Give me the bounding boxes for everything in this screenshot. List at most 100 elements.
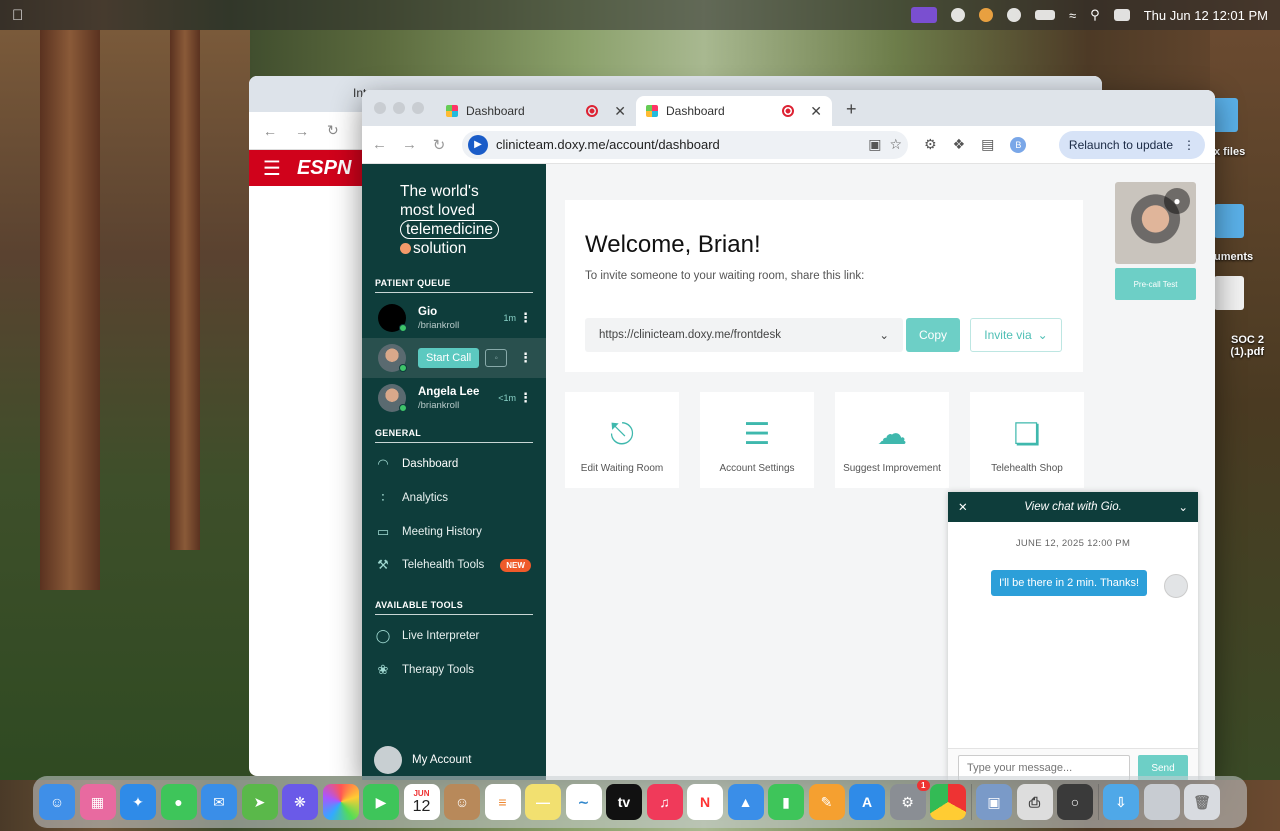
close-icon[interactable]: ✕: [958, 500, 968, 514]
pre-call-test-button[interactable]: Pre-call Test: [1115, 268, 1196, 300]
more-vert-icon[interactable]: ⋮: [519, 390, 532, 406]
tile-suggest-improvement[interactable]: ☁ Suggest Improvement: [835, 392, 949, 488]
sidebar-item-meeting-history[interactable]: ▭ Meeting History: [374, 524, 482, 540]
maps-icon[interactable]: ➤: [241, 784, 278, 820]
url-text[interactable]: clinicteam.doxy.me/account/dashboard: [496, 137, 720, 152]
downloads-folder-icon[interactable]: ⇩: [1103, 784, 1139, 820]
dropbox-icon[interactable]: [1007, 8, 1022, 22]
back-icon[interactable]: ←: [372, 136, 387, 153]
forward-icon[interactable]: →: [295, 123, 309, 139]
documents-stack-icon[interactable]: [1143, 784, 1180, 820]
chrome-icon[interactable]: [930, 784, 966, 820]
apple-tv-icon[interactable]: tv: [606, 784, 642, 820]
sidebar-item-analytics[interactable]: ∶ Analytics: [374, 490, 448, 506]
puzzle-icon[interactable]: ❖: [953, 136, 966, 153]
video-camera-icon[interactable]: ▶: [468, 134, 488, 155]
bookmark-star-icon[interactable]: ☆: [889, 136, 902, 153]
sidebar-item-dashboard[interactable]: ◠ Dashboard: [374, 456, 458, 472]
notes-icon[interactable]: ―: [525, 784, 561, 820]
sidebar-item-live-interpreter[interactable]: ◯ Live Interpreter: [374, 628, 480, 644]
queue-item-hover[interactable]: Start Call ◦ ⋮: [362, 338, 546, 378]
reload-icon[interactable]: ↻: [432, 136, 446, 154]
my-account[interactable]: My Account: [374, 746, 471, 774]
room-link-select[interactable]: https://clinicteam.doxy.me/frontdesk ⌄: [585, 318, 903, 352]
more-vert-icon[interactable]: ⋮: [519, 350, 532, 366]
control-center-icon[interactable]: [1113, 9, 1130, 21]
install-app-icon[interactable]: ▣: [868, 136, 881, 153]
chevron-down-icon[interactable]: ⌄: [1178, 500, 1188, 514]
close-window-icon[interactable]: [374, 102, 386, 114]
new-tab-icon[interactable]: +: [846, 99, 857, 120]
pdf-file-icon[interactable]: [1214, 276, 1244, 310]
more-vert-icon[interactable]: ⋮: [519, 310, 532, 326]
sidebar-item-therapy-tools[interactable]: ❀ Therapy Tools: [374, 662, 474, 678]
relaunch-button[interactable]: Relaunch to update ⋮: [1058, 130, 1205, 159]
menubar-clock[interactable]: Thu Jun 12 12:01 PM: [1144, 8, 1268, 23]
address-bar[interactable]: ▶ clinicteam.doxy.me/account/dashboard ▣…: [462, 130, 908, 159]
finder-icon[interactable]: ☺: [39, 784, 75, 820]
pages-icon[interactable]: ✎: [808, 784, 845, 820]
apple-icon[interactable]: : [12, 7, 23, 24]
freeform-icon[interactable]: ∼: [565, 784, 602, 820]
start-call-button[interactable]: Start Call: [418, 348, 480, 368]
tab-dashboard-2[interactable]: Dashboard ✕: [636, 96, 832, 126]
tab-dashboard-1[interactable]: Dashboard ✕: [436, 96, 636, 126]
desktop-label[interactable]: uments: [1214, 251, 1253, 263]
close-tab-icon[interactable]: ✕: [614, 103, 626, 120]
cast-icon[interactable]: ▤: [981, 136, 994, 153]
app-store-icon[interactable]: A: [849, 784, 885, 820]
queue-item-gio[interactable]: Gio /briankroll 1m ⋮: [362, 298, 546, 338]
wifi-icon[interactable]: ≈: [1069, 8, 1076, 23]
espn-logo[interactable]: ESPN: [297, 157, 351, 180]
doxy-logo[interactable]: The world's most loved telemedicine solu…: [400, 182, 500, 258]
news-icon[interactable]: N: [687, 784, 723, 820]
contacts-icon[interactable]: ☺: [444, 784, 480, 820]
app-status-icon[interactable]: [979, 8, 994, 22]
trash-icon[interactable]: 🗑: [1184, 784, 1220, 820]
photos-icon[interactable]: [322, 784, 359, 820]
tile-edit-waiting-room[interactable]: ⎋ Edit Waiting Room: [565, 392, 679, 488]
launchpad-icon[interactable]: ▦: [79, 784, 116, 820]
reload-icon[interactable]: ↻: [327, 122, 339, 139]
forward-icon[interactable]: →: [402, 136, 417, 153]
desktop-label[interactable]: SOC 2 (1).pdf: [1214, 334, 1264, 358]
screen-record-icon[interactable]: [911, 7, 938, 23]
hamburger-icon[interactable]: ☰: [263, 156, 281, 181]
keynote-icon[interactable]: ▲: [727, 784, 764, 820]
system-settings-icon[interactable]: ⚙ 1: [889, 780, 930, 820]
extension-icon[interactable]: [951, 8, 966, 22]
desktop-label[interactable]: x files: [1214, 146, 1245, 158]
tile-account-settings[interactable]: ☰ Account Settings: [700, 392, 814, 488]
messages-icon[interactable]: ●: [160, 784, 197, 820]
copy-button[interactable]: Copy: [906, 318, 960, 352]
chat-toggle-icon[interactable]: ◦: [485, 349, 508, 367]
facetime-icon[interactable]: ▶: [363, 784, 399, 820]
queue-item-angela[interactable]: Angela Lee /briankroll <1m ⋮: [362, 378, 546, 418]
sidebar-item-telehealth-tools[interactable]: ⚒ Telehealth Tools NEW: [374, 557, 531, 573]
reminders-icon[interactable]: ≡: [484, 784, 521, 820]
more-vert-icon[interactable]: ⋮: [1183, 138, 1195, 152]
numbers-icon[interactable]: ▮: [768, 784, 804, 820]
battery-icon[interactable]: [1035, 10, 1056, 20]
quicktime-icon[interactable]: ○: [1057, 784, 1093, 820]
invite-via-button[interactable]: Invite via ⌄: [970, 318, 1062, 352]
safari-icon[interactable]: ✦: [120, 784, 156, 820]
self-video-preview[interactable]: ●: [1115, 182, 1196, 264]
back-icon[interactable]: ←: [263, 123, 277, 139]
preview-icon[interactable]: ▣: [976, 784, 1012, 820]
mail-icon[interactable]: ✉: [201, 784, 237, 820]
microphone-icon[interactable]: ●: [1164, 188, 1190, 214]
printer-icon[interactable]: ⎙: [1016, 784, 1053, 820]
browser-window[interactable]: Dashboard ✕ Dashboard ✕ + ← → ↻ ▶ clinic…: [362, 90, 1215, 780]
perplexity-icon[interactable]: ❋: [282, 784, 318, 820]
tile-telehealth-shop[interactable]: ❏ Telehealth Shop: [970, 392, 1084, 488]
calendar-icon[interactable]: JUN 12: [403, 784, 440, 820]
folder-icon[interactable]: [1214, 204, 1244, 238]
music-icon[interactable]: ♫: [646, 784, 683, 820]
search-icon[interactable]: ⚲: [1090, 7, 1100, 23]
zoom-window-icon[interactable]: [412, 102, 424, 114]
close-tab-icon[interactable]: ✕: [810, 103, 822, 120]
minimize-window-icon[interactable]: [393, 102, 405, 114]
profile-avatar[interactable]: B: [1010, 136, 1027, 153]
extension-icon[interactable]: ⚙: [924, 136, 937, 153]
